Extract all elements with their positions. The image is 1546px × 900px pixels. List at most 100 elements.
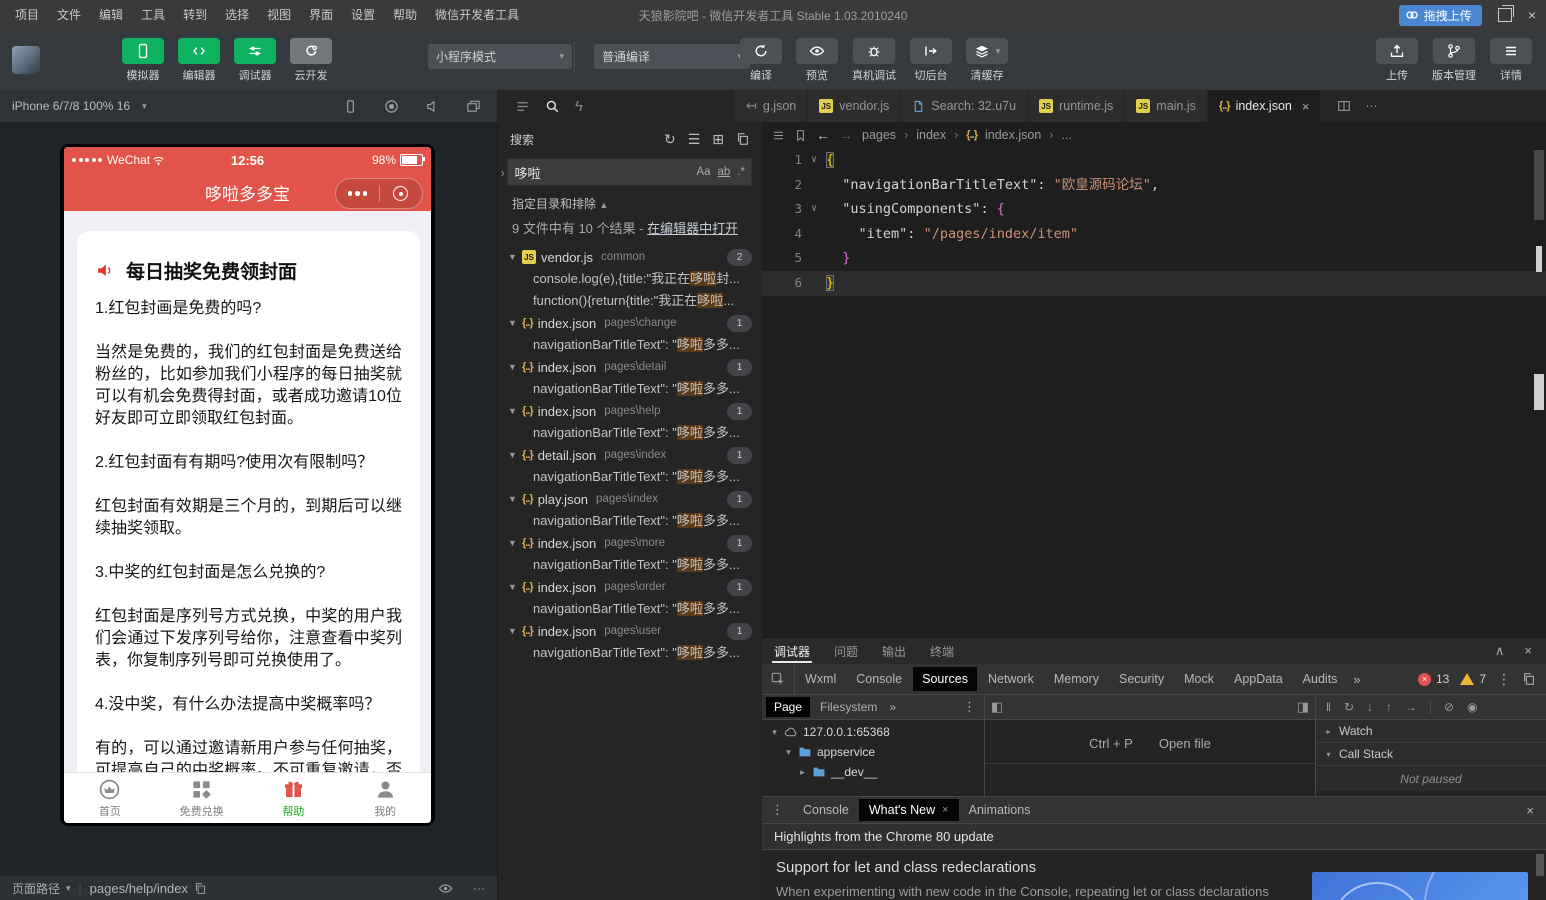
toolbar-button-refresh[interactable]: 编译 [740,38,782,83]
search-result-match[interactable]: navigationBarTitleText": "哆啦多多... [498,554,762,576]
devtools-tab-console[interactable]: Console [847,667,911,691]
article-thumbnail[interactable] [1312,872,1528,900]
menu-item[interactable]: 帮助 [384,0,426,30]
search-result-file[interactable]: ▼{..}index.jsonpages\user1 [498,620,762,642]
pause-on-exceptions-icon[interactable]: ◉ [1467,700,1477,714]
search-result-file[interactable]: ▼{..}detail.jsonpages\index1 [498,444,762,466]
drawer-tab[interactable]: Animations [959,799,1041,821]
menu-item[interactable]: 微信开发者工具 [426,0,528,30]
collapse-left-icon[interactable]: ◧ [991,699,1003,715]
debugger-tab[interactable]: 问题 [822,638,870,664]
more-actions-icon[interactable]: ⋯ [1365,99,1377,113]
close-icon[interactable]: × [942,804,948,816]
devtools-tab-mock[interactable]: Mock [1175,667,1223,691]
detach-window-icon[interactable] [466,99,481,114]
menu-item[interactable]: 界面 [300,0,342,30]
menu-item[interactable]: 视图 [258,0,300,30]
match-case-toggle[interactable]: Aa [696,166,710,178]
toolbar-button-bug[interactable]: 真机调试 [852,38,896,83]
breadcrumb-item[interactable]: pages [862,128,896,142]
devtools-tab-network[interactable]: Network [979,667,1043,691]
editor-tab[interactable]: {..}index.json× [1208,90,1322,122]
editor-tab[interactable]: Search: 32.u7u [901,90,1028,122]
expand-replace-icon[interactable]: › [500,165,505,180]
mute-icon[interactable] [425,99,440,114]
toolbar-button-switch[interactable]: 切后台 [910,38,952,83]
tabbar-item-gift[interactable]: 帮助 [248,773,340,823]
devtools-tab-audits[interactable]: Audits [1294,667,1347,691]
regex-toggle[interactable]: .* [737,166,745,178]
more-tabs-icon[interactable]: » [1347,672,1366,687]
menu-item[interactable]: 工具 [132,0,174,30]
miniprogram-mode-select[interactable]: 小程序模式▾ [428,44,572,69]
open-in-editor-link[interactable]: 在编辑器中打开 [647,221,738,236]
editor-tab[interactable]: ↤g.json [735,90,808,122]
sources-tab-filesystem[interactable]: Filesystem [812,697,885,717]
menu-item[interactable]: 转到 [174,0,216,30]
code-content[interactable]: 1∨{2 "navigationBarTitleText": "欧皇源码论坛",… [762,148,1546,296]
menu-item[interactable]: 选择 [216,0,258,30]
fold-icon[interactable]: ∨ [802,197,826,222]
editor-scrollbar[interactable] [1533,150,1545,630]
rotate-device-icon[interactable] [343,99,358,114]
whole-word-toggle[interactable]: ab [718,166,731,178]
search-result-file[interactable]: ▼{..}index.jsonpages\more1 [498,532,762,554]
plugins-icon[interactable]: ϟ [575,98,583,115]
tabbar-item-grid[interactable]: 免费兑换 [156,773,248,823]
navigate-forward-icon[interactable]: → [839,127,853,143]
inspect-element-icon[interactable] [762,664,795,694]
toolbar-button-layers[interactable]: ▾清缓存 [966,38,1008,83]
tree-item[interactable]: ▾127.0.0.1:65368 [762,722,984,742]
search-result-match[interactable]: navigationBarTitleText": "哆啦多多... [498,642,762,664]
step-icon[interactable]: → [1405,700,1417,714]
menu-item[interactable]: 设置 [342,0,384,30]
toolbar-button-upload[interactable]: 上传 [1376,38,1418,83]
search-result-match[interactable]: navigationBarTitleText": "哆啦多多... [498,598,762,620]
collapse-right-icon[interactable]: ◨ [1297,699,1309,715]
search-result-match[interactable]: function(){return{title:"我正在哆啦... [498,290,762,312]
deactivate-breakpoints-icon[interactable]: ⊘ [1444,700,1454,714]
search-result-file[interactable]: ▼{..}index.jsonpages\help1 [498,400,762,422]
chevron-down-icon[interactable]: ▾ [66,883,71,894]
menu-item[interactable]: 项目 [6,0,48,30]
bookmark-icon[interactable] [794,129,807,142]
open-new-editor-icon[interactable]: ⊞ [712,131,724,148]
refresh-search-icon[interactable]: ↻ [664,131,676,148]
toolbar-button-list[interactable]: 详情 [1490,38,1532,83]
search-result-match[interactable]: console.log(e),{title:"我正在哆啦封... [498,268,762,290]
breadcrumb-item[interactable]: index.json [985,128,1041,142]
breadcrumb-item[interactable]: ... [1061,128,1071,142]
collapse-all-icon[interactable] [736,132,750,146]
tree-item[interactable]: ▾appservice [762,742,984,762]
search-result-match[interactable]: navigationBarTitleText": "哆啦多多... [498,510,762,532]
editor-tab[interactable]: JSmain.js [1125,90,1208,122]
search-result-match[interactable]: navigationBarTitleText": "哆啦多多... [498,334,762,356]
code-editor[interactable]: ← → pages›index›{..}index.json›... 1∨{2 … [762,122,1546,637]
toolbar-button-eye[interactable]: 预览 [796,38,838,83]
sources-tab-page[interactable]: Page [766,697,810,717]
open-file-label[interactable]: Open file [1159,736,1211,751]
pause-icon[interactable]: ‖ [1326,700,1331,714]
devtools-tab-sources[interactable]: Sources [913,667,977,691]
warning-badge-icon[interactable] [1460,673,1474,685]
error-badge-icon[interactable]: × [1418,673,1431,686]
search-input[interactable] [508,165,696,180]
search-result-match[interactable]: navigationBarTitleText": "哆啦多多... [498,378,762,400]
tree-item[interactable]: ▸__dev__ [762,762,984,782]
debugger-tab[interactable]: 调试器 [762,638,822,664]
toolbar-button-code[interactable]: 编辑器 [178,38,220,83]
close-panel-icon[interactable]: × [1524,643,1532,659]
window-restore-button[interactable] [1498,8,1512,22]
drawer-tab[interactable]: What's New× [859,799,959,821]
step-over-icon[interactable]: ↻ [1344,700,1354,714]
drawer-scrollbar[interactable] [1536,854,1544,876]
user-avatar[interactable] [12,46,40,74]
menu-item[interactable]: 文件 [48,0,90,30]
drawer-menu-icon[interactable]: ⋮ [762,802,793,818]
more-options-icon[interactable]: ··· [473,881,485,895]
toolbar-button-sliders[interactable]: 调试器 [234,38,276,83]
tabbar-item-person[interactable]: 我的 [339,773,431,823]
step-out-icon[interactable]: ↑ [1386,700,1392,714]
search-result-file[interactable]: ▼{..}index.jsonpages\order1 [498,576,762,598]
toolbar-button-branch[interactable]: 版本管理 [1432,38,1476,83]
